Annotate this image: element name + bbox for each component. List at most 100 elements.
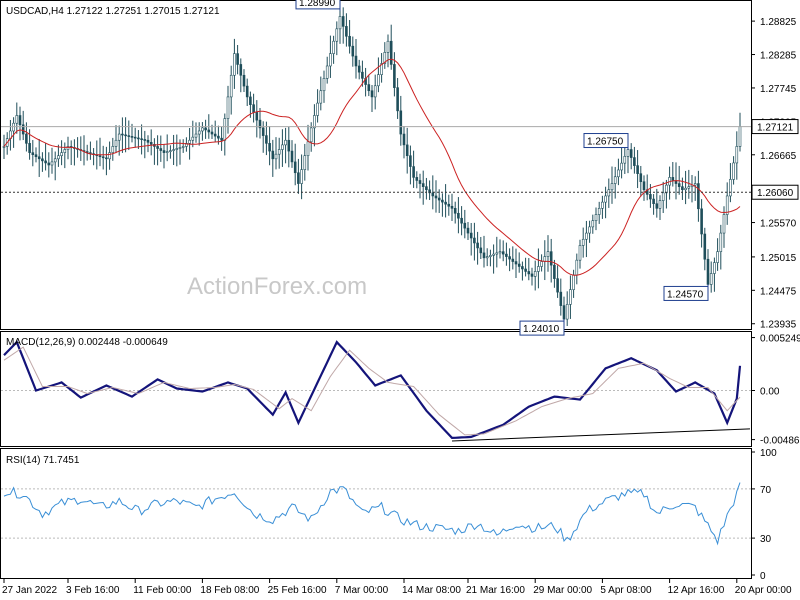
y-tick-label: 1.28825 [760, 17, 797, 28]
x-tick-label: 7 Mar 00:00 [335, 585, 389, 596]
candle-body [31, 152, 35, 155]
candle-body [466, 227, 470, 234]
y-tick-label: 1.25015 [760, 253, 797, 264]
candle-body [41, 158, 44, 162]
candle-body [505, 253, 508, 257]
candle-body [268, 143, 271, 152]
candle-body [697, 183, 700, 210]
x-tick-label: 11 Feb 00:00 [133, 585, 192, 596]
candle-body [233, 53, 236, 76]
x-tick-label: 12 Apr 16:00 [668, 585, 725, 596]
candle-body [703, 233, 707, 260]
x-tick-label: 14 Mar 08:00 [402, 585, 461, 596]
macd-y-tick-label: 0.00 [760, 387, 780, 398]
candle-body [543, 256, 547, 262]
candle-body [479, 247, 483, 254]
candle-body [114, 139, 118, 147]
candle-body [415, 177, 419, 181]
candle-body [293, 161, 297, 174]
candle-body [597, 208, 601, 215]
candle-body [399, 110, 403, 135]
candle-body [457, 212, 460, 219]
candle-body [722, 214, 726, 234]
candle-body [508, 256, 511, 260]
candle-body [620, 162, 623, 171]
candle-body [239, 64, 243, 76]
candle-body [594, 214, 598, 221]
candle-body [514, 261, 518, 265]
price-tag-label: 1.27121 [757, 123, 794, 134]
candle-body [319, 90, 323, 104]
candle-body [671, 177, 675, 181]
candle-body [546, 251, 550, 257]
candle-body [172, 149, 175, 151]
candle-body [181, 146, 185, 148]
chart-canvas: ActionForex.com 1.289901.267501.240101.2… [0, 0, 800, 596]
candle-body [277, 149, 281, 155]
annotation-label: 1.24010 [523, 324, 560, 335]
candle-body [357, 65, 361, 73]
candle-body [501, 251, 505, 255]
candle-body [533, 271, 537, 277]
candle-body [588, 226, 591, 234]
candle-body [450, 205, 454, 209]
x-tick-label: 29 Mar 00:00 [533, 585, 592, 596]
candle-body [431, 192, 435, 197]
rsi-y-tick-label: 30 [760, 534, 772, 545]
candle-body [610, 183, 614, 191]
candle-body [284, 139, 287, 146]
candle-body [444, 201, 447, 205]
candle-body [719, 232, 723, 252]
candle-body [556, 278, 559, 293]
candle-body [332, 40, 335, 54]
candle-body [681, 186, 684, 191]
rsi-line [3, 482, 741, 546]
candle-body [338, 16, 342, 30]
rsi-y-tick-label: 70 [760, 485, 772, 496]
candle-body [37, 156, 41, 160]
candle-body [140, 138, 143, 140]
candle-body [441, 199, 444, 203]
candle-body [489, 255, 492, 257]
candle-body [329, 53, 332, 67]
candle-body [127, 135, 131, 137]
candle-body [111, 146, 115, 153]
candle-body [98, 155, 102, 158]
candle-body [418, 180, 422, 184]
candle-body [527, 271, 531, 275]
candle-body [217, 135, 220, 139]
rsi-label: RSI(14) 71.7451 [6, 455, 80, 466]
candle-body [60, 152, 63, 157]
candle-body [521, 266, 524, 270]
candle-body [421, 183, 425, 187]
candle-body [309, 127, 313, 143]
annotation-label: 1.26750 [587, 137, 624, 148]
candle-body [482, 252, 486, 259]
candle-body [156, 146, 159, 149]
candle-body [290, 150, 294, 163]
candle-body [207, 129, 211, 133]
candle-body [255, 112, 259, 121]
candle-body [194, 133, 198, 138]
candle-body [684, 187, 687, 191]
candle-body [220, 137, 223, 141]
candle-body [386, 40, 390, 53]
candle-body [2, 146, 6, 148]
candle-body [498, 251, 502, 254]
candle-body [636, 165, 639, 174]
candle-body [469, 232, 473, 239]
candle-body [117, 133, 121, 141]
candle-body [629, 149, 633, 158]
price-tag-label: 1.26060 [757, 188, 794, 199]
candle-body [335, 28, 339, 42]
candle-body [642, 181, 646, 191]
candle-body [44, 160, 47, 164]
candle-body [613, 176, 617, 184]
candle-body [655, 203, 659, 209]
candle-body [249, 96, 252, 105]
candle-body [626, 149, 630, 157]
candle-body [530, 273, 534, 277]
candle-body [700, 208, 703, 235]
candle-body [665, 184, 668, 194]
candle-body [261, 127, 265, 136]
